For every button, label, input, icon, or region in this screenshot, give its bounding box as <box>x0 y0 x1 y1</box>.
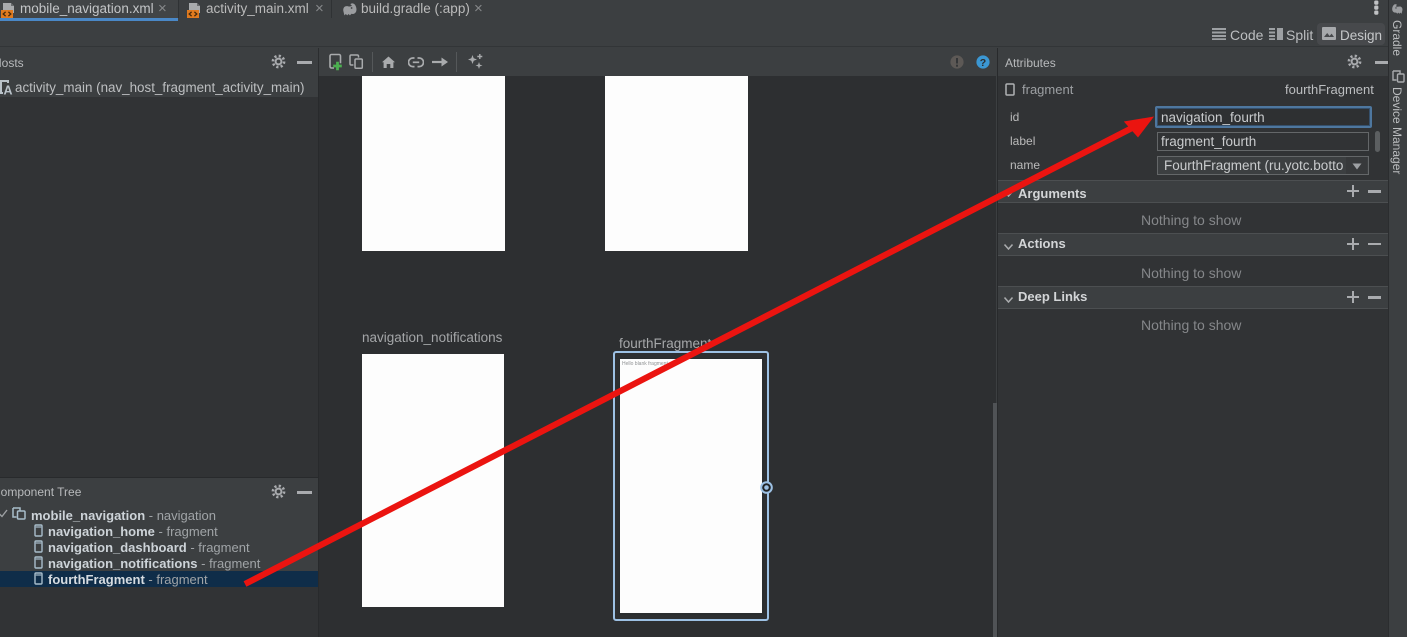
svg-text:A: A <box>4 84 13 97</box>
svg-text:?: ? <box>980 57 986 69</box>
